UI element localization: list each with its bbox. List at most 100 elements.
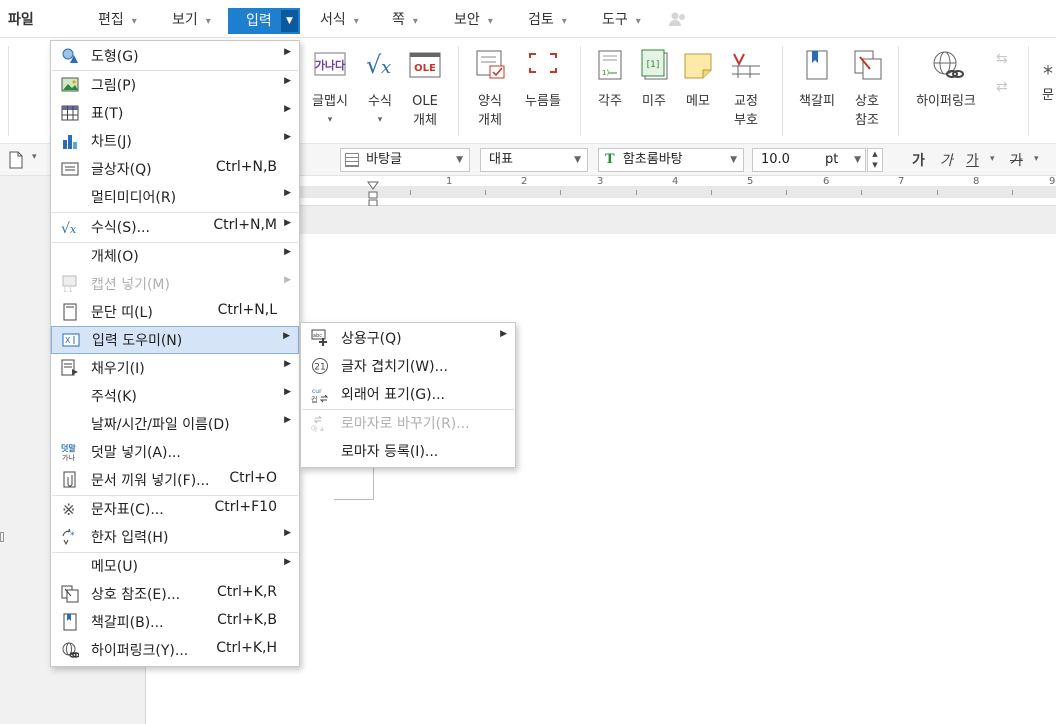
submenu-item-autotext[interactable]: abc 상용구(Q) ▶	[301, 324, 515, 352]
bookmark-button[interactable]: 책갈피	[792, 48, 842, 111]
menu-item-annotation[interactable]: 주석(K) ▶	[51, 382, 299, 410]
strikethrough-button[interactable]: 가	[1010, 150, 1023, 170]
hyperlink-button[interactable]: 하이퍼링크	[908, 48, 984, 111]
menu-item-textbox[interactable]: 글상자(Q) Ctrl+N,B	[51, 155, 299, 183]
menu-input-label: 입력	[246, 13, 272, 29]
chevron-down-icon[interactable]: ▾	[32, 152, 37, 162]
menu-input[interactable]: 입력 ▼	[228, 8, 300, 34]
menu-item-object[interactable]: 개체(O) ▶	[51, 242, 299, 270]
submenu-arrow-icon: ▶	[284, 359, 291, 369]
memo-label: 메모	[686, 94, 710, 109]
proofreading-button[interactable]: 교정 부호	[724, 48, 768, 130]
font-size-spinner[interactable]: ▲ ▼	[867, 148, 883, 172]
menu-item-picture[interactable]: 그림(P) ▶	[51, 71, 299, 99]
menu-item-chart[interactable]: 차트(J) ▶	[51, 127, 299, 155]
submenu-item-label: 로마자 등록(I)...	[341, 444, 439, 460]
menu-security[interactable]: 보안 ▾	[454, 8, 493, 32]
endnote-button[interactable]: [1] 미주	[634, 48, 674, 111]
style-select[interactable]: 바탕글 ▼	[340, 148, 470, 172]
chevron-down-icon[interactable]: ▾	[1034, 154, 1039, 164]
menu-item-shape[interactable]: 도형(G) ▶	[51, 42, 299, 70]
chevron-down-icon: ▼	[574, 155, 581, 165]
style-icon	[345, 152, 359, 167]
menu-view[interactable]: 보기 ▾	[172, 8, 211, 32]
ruby-text-icon: 덧말가나	[61, 443, 76, 461]
menu-item-paragraph-band[interactable]: 문단 띠(L) Ctrl+N,L	[51, 298, 299, 326]
ribbon-divider	[782, 46, 783, 136]
menu-item-label: 문서 끼워 넣기(F)...	[91, 473, 210, 489]
ruler-tick	[861, 190, 862, 195]
svg-text:*: *	[70, 531, 75, 541]
collaboration-icon[interactable]	[668, 11, 688, 27]
proofreading-icon	[732, 53, 760, 78]
menu-page[interactable]: 쪽 ▾	[392, 8, 418, 32]
menu-tools[interactable]: 도구 ▾	[602, 8, 641, 32]
romanize-icon: 아a	[311, 415, 324, 432]
menu-format[interactable]: 서식 ▾	[320, 8, 359, 32]
ruler-number: 1	[446, 176, 453, 187]
cross-reference-button[interactable]: 상호 참조	[846, 48, 888, 130]
hwp-window: { "menubar": { "items": [ {"label": "파일"…	[0, 0, 1056, 724]
field-button[interactable]: 누름틀	[518, 48, 568, 111]
truncated-label: 문	[1042, 88, 1054, 103]
truncated-button[interactable]: ⁎ 문	[1036, 48, 1056, 105]
chevron-down-icon[interactable]: ▼	[281, 10, 298, 32]
italic-button[interactable]: 가	[940, 150, 953, 170]
submenu-item-romanize-register[interactable]: 로마자 등록(I)...	[301, 437, 515, 465]
submenu-arrow-icon: ▶	[284, 76, 291, 86]
menu-item-caption[interactable]: 1.1 캡션 넣기(M) ▶	[51, 270, 299, 298]
wordart-button[interactable]: 가나다 글맵시 ▾	[306, 48, 354, 130]
menu-item-memo[interactable]: 메모(U) ▶	[51, 552, 299, 580]
ole-label: OLE 개체	[412, 94, 438, 128]
menu-item-hyperlink[interactable]: 하이퍼링크(Y)... Ctrl+K,H	[51, 636, 299, 664]
menu-item-symbol[interactable]: ※ 문자표(C)... Ctrl+F10	[51, 495, 299, 523]
font-size-select[interactable]: 10.0 pt ▼	[752, 148, 866, 172]
svg-text:x: x	[381, 57, 391, 78]
menu-item-formula[interactable]: √ x 수식(S)... Ctrl+N,M ▶	[51, 213, 299, 241]
memo-button[interactable]: 메모	[678, 48, 718, 111]
menu-item-label: 입력 도우미(N)	[92, 333, 183, 349]
submenu-arrow-icon: ▶	[284, 387, 291, 397]
submenu-arrow-icon: ▶	[284, 247, 291, 257]
submenu-item-romanize[interactable]: 아a 로마자로 바꾸기(R)...	[301, 409, 515, 437]
chevron-down-icon: ▾	[131, 16, 137, 27]
asterisk-icon: ⁎	[1043, 55, 1053, 79]
menu-item-ruby-text[interactable]: 덧말 가나 덧말 넣기(A)...	[51, 438, 299, 466]
font-select[interactable]: T 함초롬바탕 ▼	[598, 148, 744, 172]
menu-item-bookmark[interactable]: 책갈피(B)... Ctrl+K,B	[51, 608, 299, 636]
language-select[interactable]: 대표 ▼	[480, 148, 588, 172]
menu-edit[interactable]: 편집 ▾	[98, 8, 137, 32]
chevron-down-icon: ▼	[456, 155, 463, 165]
menu-item-label: 덧말 넣기(A)...	[91, 445, 181, 461]
menu-item-hanja-input[interactable]: * 한자 입력(H) ▶	[51, 523, 299, 551]
new-document-icon[interactable]	[8, 151, 24, 169]
bold-button[interactable]: 가	[912, 150, 925, 170]
horizontal-ruler[interactable]: 1 2 3 4 5 6 7 8 9	[300, 176, 1056, 207]
menu-item-fill[interactable]: 채우기(I) ▶	[51, 354, 299, 382]
menu-item-table[interactable]: 표(T) ▶	[51, 99, 299, 127]
bookmark-icon	[806, 50, 828, 80]
submenu-arrow-icon: ▶	[284, 557, 291, 567]
fill-icon	[61, 359, 78, 376]
menu-item-date-time-filename[interactable]: 날짜/시간/파일 이름(D) ▶	[51, 410, 299, 438]
ole-button[interactable]: OLE OLE 개체	[404, 48, 446, 130]
footnote-icon: 1)	[598, 50, 622, 80]
menu-item-cross-reference[interactable]: 상호 참조(E)... Ctrl+K,R	[51, 580, 299, 608]
ruler-tick	[1012, 190, 1013, 195]
menu-file[interactable]: 파일	[8, 8, 34, 32]
submenu-item-foreign-word[interactable]: cur 컵 외래어 표기(G)...	[301, 380, 515, 408]
formula-button[interactable]: √ x 수식 ▾	[358, 48, 402, 130]
menu-item-input-helper[interactable]: X 입력 도우미(N) ▶	[51, 326, 299, 354]
bookmark-icon	[63, 613, 77, 631]
submenu-arrow-icon: ▶	[284, 528, 291, 538]
submenu-item-overlap-char[interactable]: 21 글자 겹치기(W)...	[301, 352, 515, 380]
form-object-button[interactable]: 양식 개체	[468, 48, 512, 130]
menu-item-insert-document[interactable]: 문서 끼워 넣기(F)... Ctrl+O	[51, 466, 299, 494]
submenu-arrow-icon: ▶	[284, 104, 291, 114]
underline-button[interactable]: 가	[966, 150, 979, 170]
menu-item-multimedia[interactable]: 멀티미디어(R) ▶	[51, 183, 299, 211]
svg-text:[1]: [1]	[647, 60, 660, 70]
footnote-button[interactable]: 1) 각주	[590, 48, 630, 111]
chevron-down-icon[interactable]: ▾	[990, 154, 995, 164]
menu-review[interactable]: 검토 ▾	[528, 8, 567, 32]
